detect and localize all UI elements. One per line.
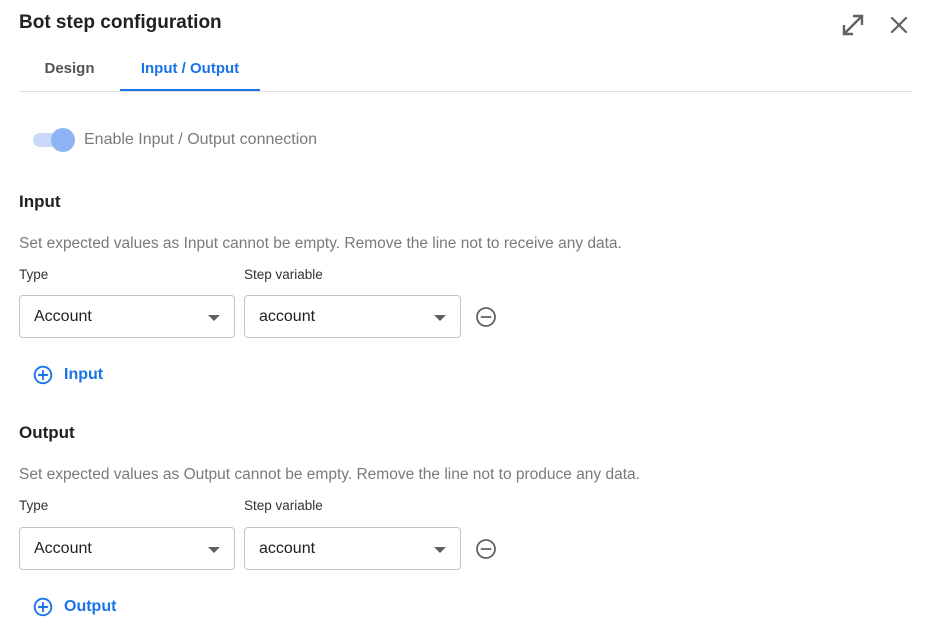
add-input-label: Input — [64, 366, 104, 383]
plus-circle-icon — [33, 597, 53, 617]
output-variable-select[interactable]: account — [244, 527, 461, 570]
expand-button[interactable] — [840, 12, 866, 38]
output-type-label: Type — [19, 498, 49, 513]
caret-down-icon — [208, 547, 220, 553]
tab-design[interactable]: Design — [19, 50, 120, 91]
input-type-label: Type — [19, 267, 49, 282]
add-output-label: Output — [64, 598, 117, 615]
output-type-value: Account — [34, 540, 92, 557]
close-button[interactable] — [886, 12, 912, 38]
close-icon — [890, 16, 908, 34]
io-connection-toggle[interactable] — [33, 128, 75, 152]
expand-icon — [842, 14, 864, 36]
caret-down-icon — [434, 315, 446, 321]
input-remove-row-button[interactable] — [475, 306, 497, 328]
caret-down-icon — [434, 547, 446, 553]
toggle-thumb — [51, 128, 75, 152]
input-type-value: Account — [34, 308, 92, 325]
input-type-select[interactable]: Account — [19, 295, 235, 338]
add-input-button[interactable]: Input — [33, 364, 103, 386]
add-output-button[interactable]: Output — [33, 596, 116, 618]
input-variable-select[interactable]: account — [244, 295, 461, 338]
output-section-title: Output — [19, 423, 75, 442]
tab-input-output[interactable]: Input / Output — [120, 50, 260, 91]
output-variable-label: Step variable — [244, 498, 323, 513]
toggle-label: Enable Input / Output connection — [84, 131, 318, 148]
output-variable-value: account — [259, 540, 316, 557]
output-type-select[interactable]: Account — [19, 527, 235, 570]
output-help-text: Set expected values as Output cannot be … — [19, 466, 640, 483]
input-variable-value: account — [259, 308, 316, 325]
minus-circle-icon — [476, 307, 496, 327]
minus-circle-icon — [476, 539, 496, 559]
input-help-text: Set expected values as Input cannot be e… — [19, 235, 622, 252]
input-section-title: Input — [19, 192, 61, 211]
tab-bar: Design Input / Output — [19, 50, 912, 92]
output-remove-row-button[interactable] — [475, 538, 497, 560]
plus-circle-icon — [33, 365, 53, 385]
caret-down-icon — [208, 315, 220, 321]
input-variable-label: Step variable — [244, 267, 323, 282]
dialog-title: Bot step configuration — [19, 12, 222, 33]
